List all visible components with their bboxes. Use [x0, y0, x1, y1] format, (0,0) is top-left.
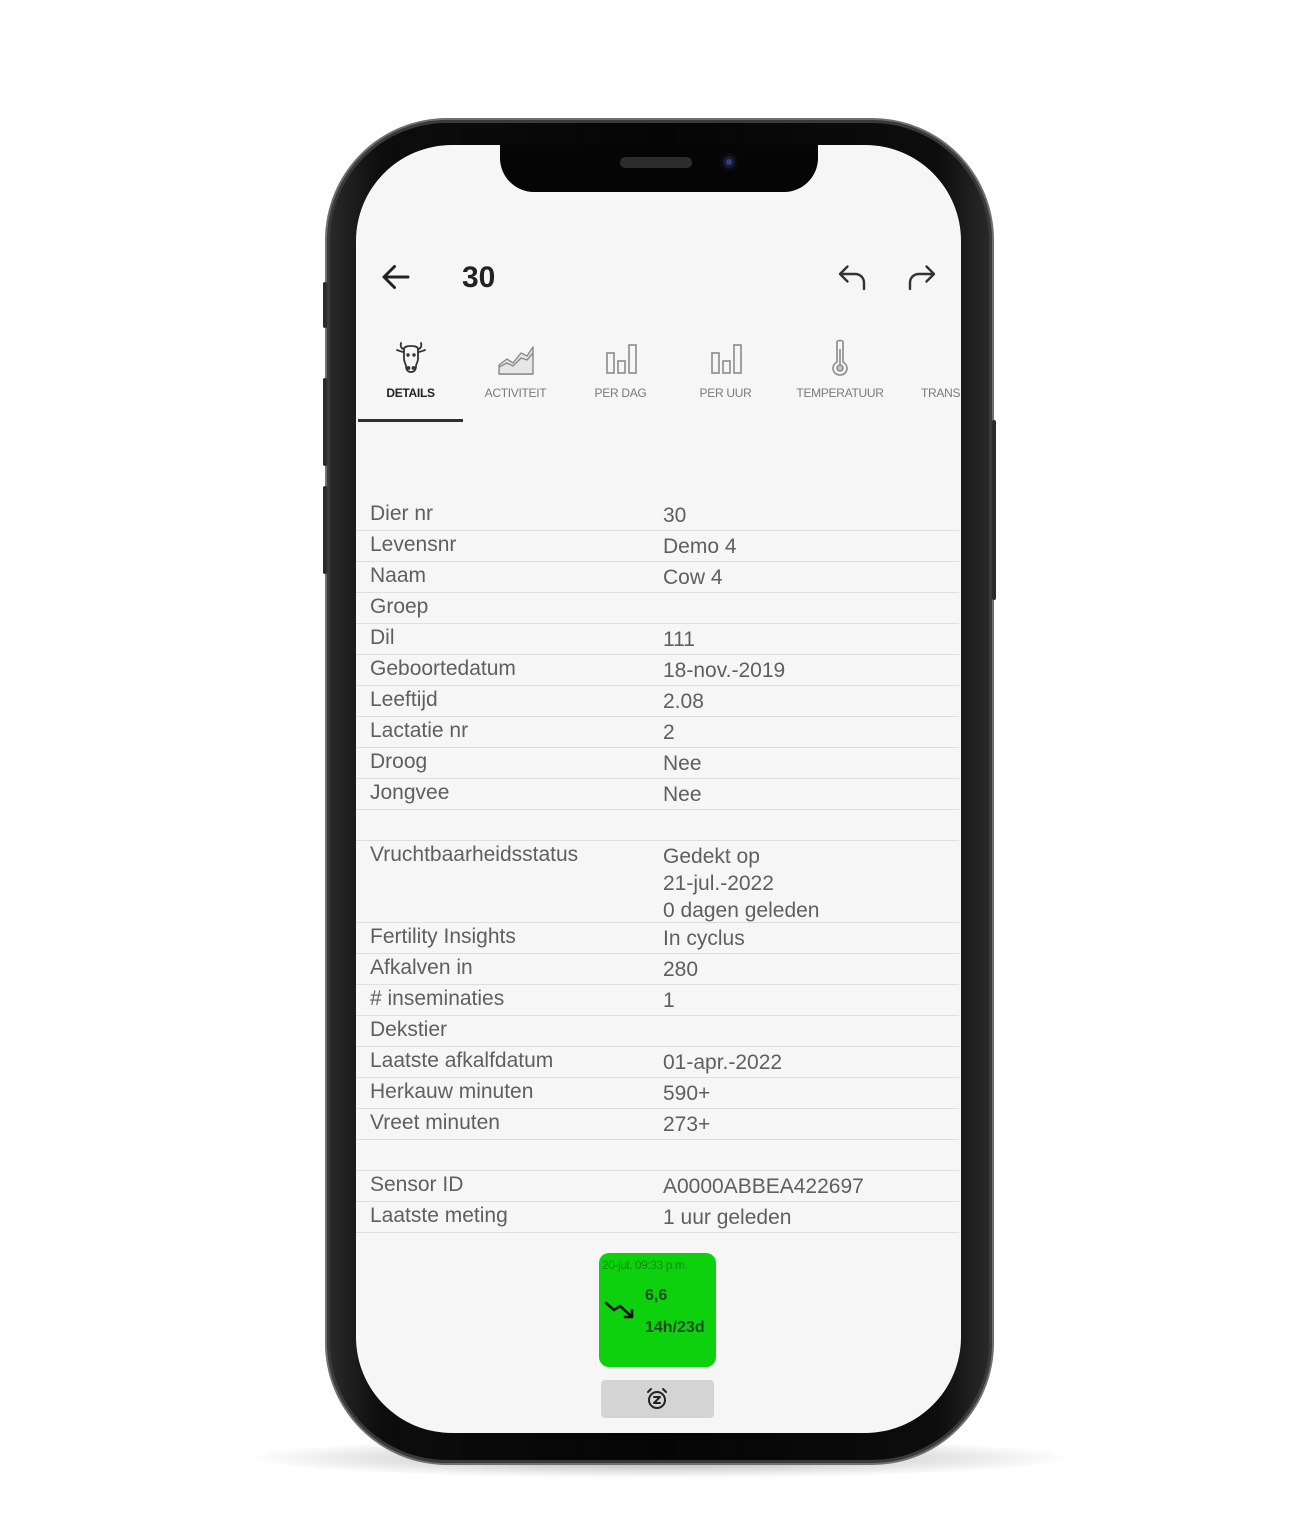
page-title: 30 [462, 261, 496, 294]
detail-row-dil: Dil 111 [356, 624, 959, 655]
detail-label: Herkauw minuten [370, 1080, 534, 1103]
detail-label: Jongvee [370, 781, 450, 804]
detail-row-spacer [356, 810, 959, 841]
detail-row-laatste-meting: Laatste meting 1 uur geleden [356, 1202, 959, 1233]
sensor-duration: 14h/23d [645, 1319, 705, 1336]
speaker-grille [620, 157, 692, 168]
detail-value: 1 [663, 989, 675, 1012]
tab-label: DETAILS [386, 386, 435, 400]
detail-row-spacer [356, 1140, 959, 1171]
tab-label: ACTIVITEIT [484, 386, 547, 400]
detail-value: 280 [663, 958, 699, 981]
detail-value: 30 [663, 504, 687, 527]
detail-row-laatste-afkalfdatum: Laatste afkalfdatum 01-apr.-2022 [356, 1047, 959, 1078]
tab-trans[interactable]: TRANS [916, 330, 961, 422]
bar-chart-icon [710, 344, 742, 374]
detail-row-sensor-id: Sensor ID A0000ABBEA422697 [356, 1171, 959, 1202]
tab-per-dag[interactable]: PER DAG [568, 330, 673, 422]
thermometer-icon [832, 339, 848, 376]
detail-label: Dekstier [370, 1018, 448, 1041]
detail-label: Sensor ID [370, 1173, 464, 1196]
detail-row-afkalven-in: Afkalven in 280 [356, 954, 959, 985]
detail-row-groep: Groep [356, 593, 959, 624]
snooze-alarm-icon [647, 1388, 667, 1409]
detail-row-naam: Naam Cow 4 [356, 562, 959, 593]
active-tab-indicator [358, 419, 463, 422]
detail-label: Dil [370, 626, 395, 649]
detail-label: Fertility Insights [370, 925, 516, 948]
detail-value: Cow 4 [663, 566, 723, 589]
detail-label: Levensnr [370, 533, 457, 556]
detail-row-geboortedatum: Geboortedatum 18-nov.-2019 [356, 655, 959, 686]
detail-label: Droog [370, 750, 428, 773]
detail-row-leeftijd: Leeftijd 2.08 [356, 686, 959, 717]
detail-row-dekstier: Dekstier [356, 1016, 959, 1047]
detail-label: Dier nr [370, 502, 434, 525]
detail-value: 590+ [663, 1082, 711, 1105]
tab-label: TEMPERATUUR [796, 386, 884, 400]
front-camera [720, 153, 738, 171]
detail-value: A0000ABBEA422697 [663, 1175, 864, 1198]
phone-screen: 30 DETAILS ACTIVITEIT PER DAG PER UUR TE… [356, 145, 961, 1433]
detail-label: Leeftijd [370, 688, 438, 711]
tab-per-uur[interactable]: PER UUR [673, 330, 778, 422]
tab-label: TRANS [921, 386, 961, 400]
cow-icon [395, 342, 426, 373]
detail-label: Naam [370, 564, 427, 587]
tab-bar: DETAILS ACTIVITEIT PER DAG PER UUR TEMPE… [356, 330, 961, 422]
detail-value: 273+ [663, 1113, 711, 1136]
undo-icon[interactable] [834, 259, 870, 295]
notch [500, 145, 818, 192]
app-toolbar: 30 [356, 245, 961, 309]
detail-row-vruchtbaarheidsstatus: Vruchtbaarheidsstatus Gedekt op 21-jul.-… [356, 841, 959, 923]
snooze-button[interactable] [601, 1380, 714, 1418]
tab-label: PER UUR [699, 386, 752, 400]
detail-value: 18-nov.-2019 [663, 659, 786, 682]
detail-row-levensnr: Levensnr Demo 4 [356, 531, 959, 562]
detail-value: Nee [663, 752, 702, 775]
detail-label: Afkalven in [370, 956, 473, 979]
area-chart-icon [497, 346, 534, 375]
arrow-left-icon[interactable] [378, 259, 414, 295]
detail-row-herkauw-minuten: Herkauw minuten 590+ [356, 1078, 959, 1109]
detail-label: Laatste afkalfdatum [370, 1049, 554, 1072]
volume-up-button [323, 378, 327, 466]
detail-label: Groep [370, 595, 429, 618]
redo-icon[interactable] [904, 259, 940, 295]
detail-row-dier-nr: Dier nr 30 [356, 500, 959, 531]
tab-activiteit[interactable]: ACTIVITEIT [463, 330, 568, 422]
detail-label: Vreet minuten [370, 1111, 500, 1134]
sensor-value: 6,6 [645, 1287, 668, 1304]
tab-label: PER DAG [594, 386, 647, 400]
detail-value: Gedekt op 21-jul.-2022 0 dagen geleden [663, 845, 820, 922]
detail-row-vreet-minuten: Vreet minuten 273+ [356, 1109, 959, 1140]
detail-value: 01-apr.-2022 [663, 1051, 783, 1074]
tab-temperatuur[interactable]: TEMPERATUUR [784, 330, 896, 422]
detail-value: 2.08 [663, 690, 704, 713]
detail-label: Vruchtbaarheidsstatus [370, 843, 579, 866]
detail-row-inseminaties: # inseminaties 1 [356, 985, 959, 1016]
detail-value: In cyclus [663, 927, 745, 950]
detail-label: Lactatie nr [370, 719, 469, 742]
detail-value: Demo 4 [663, 535, 737, 558]
detail-row-lactatie-nr: Lactatie nr 2 [356, 717, 959, 748]
detail-value: 1 uur geleden [663, 1206, 792, 1229]
volume-down-button [323, 486, 327, 574]
detail-row-fertility-insights: Fertility Insights In cyclus [356, 923, 959, 954]
bar-chart-icon [605, 344, 637, 374]
detail-value: 2 [663, 721, 675, 744]
power-button [992, 420, 996, 600]
detail-label: # inseminaties [370, 987, 505, 1010]
detail-row-jongvee: Jongvee Nee [356, 779, 959, 810]
detail-label: Geboortedatum [370, 657, 516, 680]
trend-down-icon [604, 1301, 634, 1319]
sensor-status-tile[interactable]: 20-jul. 09:33 p.m. 6,6 14h/23d [599, 1253, 716, 1367]
detail-value: 111 [663, 628, 695, 651]
detail-value: Nee [663, 783, 702, 806]
sensor-timestamp: 20-jul. 09:33 p.m. [602, 1258, 688, 1272]
detail-row-droog: Droog Nee [356, 748, 959, 779]
detail-label: Laatste meting [370, 1204, 508, 1227]
tab-details[interactable]: DETAILS [358, 330, 463, 422]
mute-switch [323, 282, 327, 328]
